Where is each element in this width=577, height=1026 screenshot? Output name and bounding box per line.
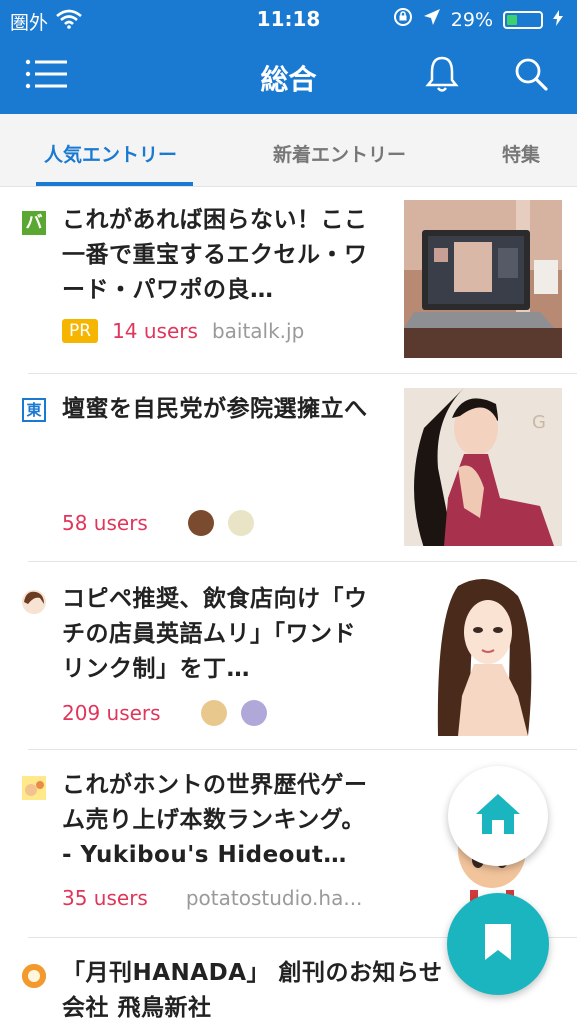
user-avatar[interactable]: [240, 700, 267, 726]
charging-icon: [553, 9, 563, 31]
tab-featured[interactable]: 特集: [502, 140, 540, 167]
bookmark-button[interactable]: [447, 893, 549, 995]
site-favicon: バ: [22, 211, 46, 235]
bookmark-users-count[interactable]: 14 users: [112, 319, 198, 343]
battery-percent: 29%: [450, 8, 493, 31]
bookmark-icon: [483, 922, 513, 966]
entry-domain[interactable]: baitalk.jp: [212, 319, 304, 343]
battery-icon: [503, 10, 543, 29]
notifications-button[interactable]: [420, 54, 464, 98]
site-favicon: 東: [22, 398, 46, 422]
tab-new[interactable]: 新着エントリー: [273, 140, 406, 167]
bookmark-users-count[interactable]: 35 users: [62, 886, 148, 910]
home-button[interactable]: [448, 766, 548, 866]
search-icon: [513, 56, 549, 96]
entry-title[interactable]: コピペ推奨、飲食店向け「ウチの店員英語ムリ」「ワンドリンク制」を丁…: [62, 582, 378, 687]
site-favicon: [22, 776, 46, 800]
tab-popular[interactable]: 人気エントリー: [44, 140, 177, 167]
entry-title[interactable]: これがホントの世界歴代ゲーム売り上げ本数ランキング。 - Yukibou's H…: [62, 768, 378, 873]
search-button[interactable]: [509, 54, 553, 98]
bookmark-users-count[interactable]: 209 users: [62, 701, 161, 725]
entry-thumbnail[interactable]: G: [404, 388, 562, 546]
list-item[interactable]: コピペ推奨、飲食店向け「ウチの店員英語ムリ」「ワンドリンク制」を丁… 209 u…: [0, 562, 577, 750]
rotation-lock-icon: [393, 7, 413, 32]
user-avatar[interactable]: [187, 510, 214, 536]
entry-thumbnail[interactable]: [418, 576, 562, 736]
entry-title[interactable]: 「月刊HANADA」 創刊のお知らせ 会社 飛鳥新社: [62, 956, 462, 1026]
bell-icon: [425, 55, 459, 97]
location-arrow-icon: [423, 8, 441, 31]
entry-title[interactable]: これがあれば困らない！ここ一番で重宝するエクセル・ワード・パワポの良…: [62, 203, 378, 308]
tab-bar: 人気エントリー 新着エントリー 特集: [0, 114, 577, 187]
pr-badge: PR: [62, 319, 99, 343]
user-avatar[interactable]: [227, 510, 254, 536]
site-favicon: [22, 590, 46, 614]
list-item[interactable]: 東 壇蜜を自民党が参院選擁立へ 58 users G: [0, 374, 577, 562]
entry-thumbnail[interactable]: [404, 200, 562, 358]
page-title: 総合: [260, 63, 317, 96]
status-bar: 圏外 11:18 29%: [0, 0, 577, 38]
home-icon: [474, 792, 522, 840]
svg-text:G: G: [532, 412, 546, 433]
active-tab-indicator: [36, 182, 193, 186]
bookmark-users-count[interactable]: 58 users: [62, 511, 148, 535]
entry-domain[interactable]: potatostudio.ha...: [186, 886, 363, 910]
site-favicon: [22, 964, 46, 988]
user-avatar[interactable]: [200, 700, 227, 726]
app-header: 総合: [0, 38, 577, 114]
list-item[interactable]: バ これがあれば困らない！ここ一番で重宝するエクセル・ワード・パワポの良… PR…: [0, 187, 577, 374]
entry-title[interactable]: 壇蜜を自民党が参院選擁立へ: [62, 392, 378, 427]
